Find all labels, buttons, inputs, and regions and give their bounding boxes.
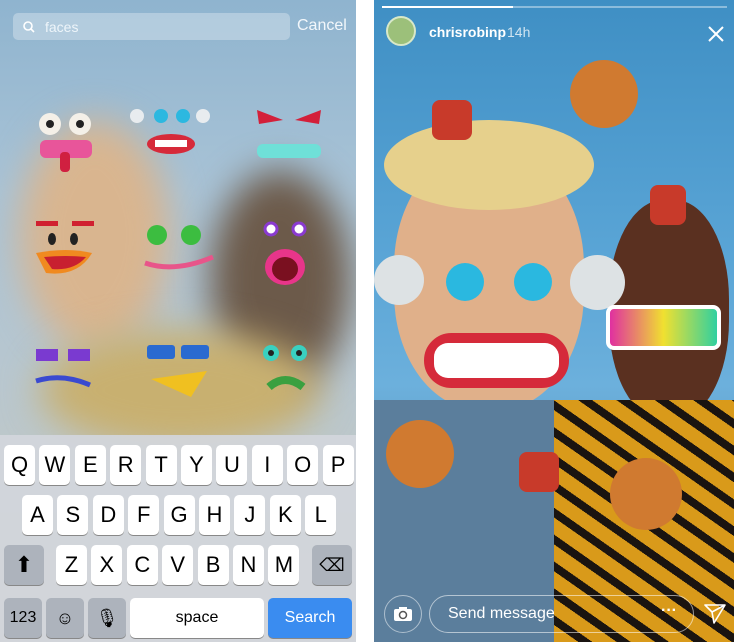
search-key[interactable]: Search: [268, 598, 352, 638]
sticker-burger: [610, 458, 682, 530]
backspace-key[interactable]: ⌫: [312, 545, 352, 585]
sticker-red-brows-open-mouth-face[interactable]: [22, 215, 112, 295]
key-z[interactable]: Z: [56, 545, 87, 585]
sticker-green-eyes-frown-face[interactable]: [245, 335, 335, 415]
sticker-taco: [650, 185, 686, 225]
camera-button[interactable]: [384, 595, 422, 633]
numbers-key[interactable]: 123: [4, 598, 42, 638]
emoji-icon: ☺: [55, 607, 75, 628]
key-p[interactable]: P: [322, 445, 354, 485]
key-o[interactable]: O: [287, 445, 319, 485]
sticker-teeth-mouth: [424, 333, 569, 388]
key-j[interactable]: J: [234, 495, 266, 535]
key-v[interactable]: V: [162, 545, 194, 585]
story-viewer: chrisrobinp 14h Send message ···: [374, 0, 734, 642]
sticker-purple-eyes-shout-face[interactable]: [245, 215, 335, 295]
sticker-googly-eyes-tongue-face[interactable]: [22, 100, 112, 180]
user-avatar[interactable]: [386, 16, 416, 46]
message-placeholder: Send message: [448, 605, 555, 622]
key-w[interactable]: W: [39, 445, 71, 485]
sticker-angry-eyes-grin-face[interactable]: [245, 100, 335, 180]
key-f[interactable]: F: [128, 495, 160, 535]
shift-key[interactable]: ⬆: [4, 545, 44, 585]
key-e[interactable]: E: [74, 445, 106, 485]
sticker-eye: [374, 255, 424, 305]
key-t[interactable]: T: [145, 445, 177, 485]
key-q[interactable]: Q: [4, 445, 35, 485]
key-u[interactable]: U: [216, 445, 248, 485]
key-m[interactable]: M: [268, 545, 300, 585]
dictation-key[interactable]: 🎙: [88, 598, 126, 638]
camera-icon: [394, 607, 412, 621]
key-b[interactable]: B: [197, 545, 229, 585]
story-progress-fill: [382, 6, 514, 8]
story-progress-bar: [382, 6, 727, 8]
cancel-button[interactable]: Cancel: [297, 17, 347, 35]
key-c[interactable]: C: [126, 545, 158, 585]
close-icon[interactable]: [708, 26, 724, 42]
sticker-rainbow-sunglasses: [606, 305, 721, 350]
sticker-burger: [570, 60, 638, 128]
key-d[interactable]: D: [92, 495, 124, 535]
sticker-eye: [570, 255, 625, 310]
sticker-purple-squint-face[interactable]: [22, 335, 112, 415]
sticker-burger: [386, 420, 454, 488]
sticker-green-eyes-long-smile-face[interactable]: [135, 215, 225, 295]
key-n[interactable]: N: [233, 545, 264, 585]
send-direct-icon[interactable]: [704, 604, 726, 624]
story-timestamp: 14h: [507, 24, 531, 40]
sticker-blue-eyes-teeth-face[interactable]: [125, 100, 215, 180]
sticker-eye: [514, 263, 552, 301]
username[interactable]: chrisrobinp: [429, 24, 506, 40]
key-s[interactable]: S: [57, 495, 89, 535]
sticker-search-screen: faces Cancel QWERTYUIOP ASDFGHJKL ZXCVBNM …: [0, 0, 356, 642]
microphone-icon: 🎙: [95, 607, 119, 628]
key-h[interactable]: H: [199, 495, 230, 535]
keyboard: QWERTYUIOP ASDFGHJKL ZXCVBNM ⬆ ⌫ 123 ☺ 🎙 s…: [0, 435, 356, 642]
send-message-input[interactable]: Send message ···: [429, 595, 694, 633]
sticker-taco: [519, 452, 559, 492]
person-left-hair: [384, 120, 594, 210]
key-y[interactable]: Y: [181, 445, 212, 485]
sticker-eye: [446, 263, 484, 301]
search-value: faces: [45, 18, 79, 35]
emoji-key[interactable]: ☺: [46, 598, 84, 638]
key-l[interactable]: L: [305, 495, 337, 535]
sticker-sunglasses-yellow-mouth-face[interactable]: [135, 335, 225, 415]
key-g[interactable]: G: [163, 495, 195, 535]
key-a[interactable]: A: [22, 495, 53, 535]
key-r[interactable]: R: [110, 445, 142, 485]
space-key[interactable]: space: [130, 598, 264, 638]
search-input[interactable]: faces: [13, 13, 290, 40]
search-icon: [23, 20, 35, 33]
sticker-taco: [432, 100, 472, 140]
key-x[interactable]: X: [91, 545, 123, 585]
more-options-icon[interactable]: ···: [661, 602, 677, 620]
key-i[interactable]: I: [251, 445, 283, 485]
key-k[interactable]: K: [269, 495, 301, 535]
